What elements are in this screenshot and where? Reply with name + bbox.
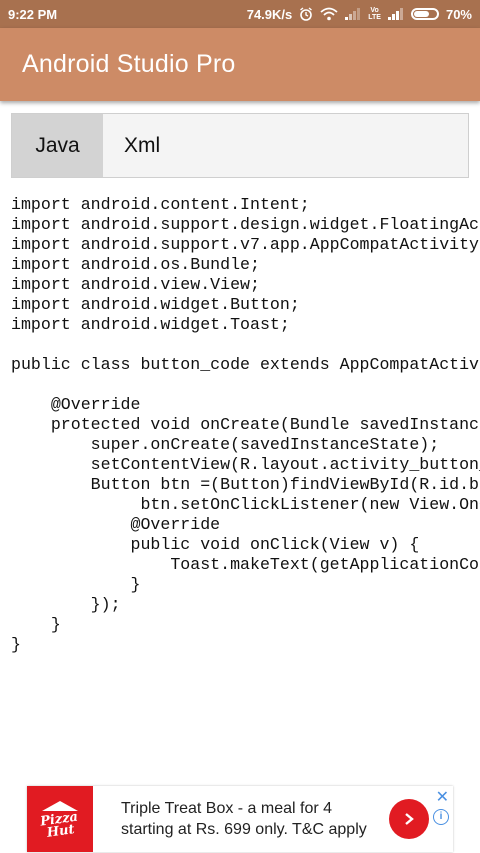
code-line: btn.setOnClickListener(new View.OnClickL… (140, 495, 480, 514)
code-line: Toast.makeText(getApplicationContext(), (170, 555, 480, 574)
ad-arrow-button[interactable] (389, 799, 429, 839)
code-line: public void onClick(View v) { (11, 535, 420, 554)
status-time: 9:22 PM (8, 6, 58, 22)
language-tabs: Java Xml (11, 113, 469, 178)
pizza-hut-logo: Pizza Hut (27, 786, 93, 852)
code-line: } (11, 615, 61, 634)
adchoices-info-icon[interactable]: i (433, 809, 449, 825)
code-line: Button btn =(Button)findViewById(R.id.bu… (90, 475, 480, 494)
battery-icon (410, 8, 439, 20)
ad-text-line2: starting at Rs. 699 only. T&C apply (121, 821, 367, 838)
code-line: import android.os.Bundle; (11, 255, 260, 274)
tab-java[interactable]: Java (12, 114, 103, 177)
ad-close-icon[interactable]: ✕ (436, 787, 449, 807)
signal-icon-2 (387, 8, 404, 20)
code-line: @Override (11, 515, 221, 534)
code-line: } (11, 575, 141, 594)
code-line: import android.widget.Button; (11, 295, 300, 314)
network-speed: 74.9K/s (246, 6, 293, 22)
code-line: @Override (11, 395, 141, 414)
code-line: protected void onCreate(Bundle savedInst… (50, 415, 480, 434)
code-line: setContentView(R.layout.activity_button_… (90, 455, 480, 474)
wifi-icon (320, 7, 338, 21)
status-bar: 9:22 PM 74.9K/s Vo LTE 70% (0, 0, 480, 28)
tab-xml[interactable]: Xml (103, 114, 160, 177)
code-line: import android.support.v7.app.AppCompatA… (11, 235, 480, 254)
app-title: Android Studio Pro (22, 50, 236, 78)
code-line: import android.view.View; (11, 275, 260, 294)
chevron-right-icon (405, 813, 414, 825)
status-icons: 74.9K/s Vo LTE 70% (247, 7, 472, 22)
code-line: public class button_code extends AppComp… (11, 355, 480, 374)
code-line: import android.widget.Toast; (11, 315, 290, 334)
alarm-icon (299, 7, 313, 21)
ad-text: Triple Treat Box - a meal for 4 starting… (121, 798, 389, 840)
code-view: import android.content.Intent; import and… (11, 195, 480, 755)
ad-banner[interactable]: Pizza Hut Triple Treat Box - a meal for … (27, 786, 453, 852)
code-line: } (11, 635, 21, 654)
volte-lte-icon: Vo LTE (368, 7, 381, 21)
signal-icon-1 (345, 8, 361, 20)
code-line: import android.content.Intent; (11, 195, 310, 214)
code-line: }); (11, 595, 121, 614)
code-line: super.onCreate(savedInstanceState); (11, 435, 440, 454)
app-bar: Android Studio Pro (0, 28, 480, 101)
ad-text-line1: Triple Treat Box - a meal for 4 (121, 800, 333, 817)
code-line: import android.support.design.widget.Flo… (11, 215, 480, 234)
battery-percent: 70% (445, 6, 472, 22)
